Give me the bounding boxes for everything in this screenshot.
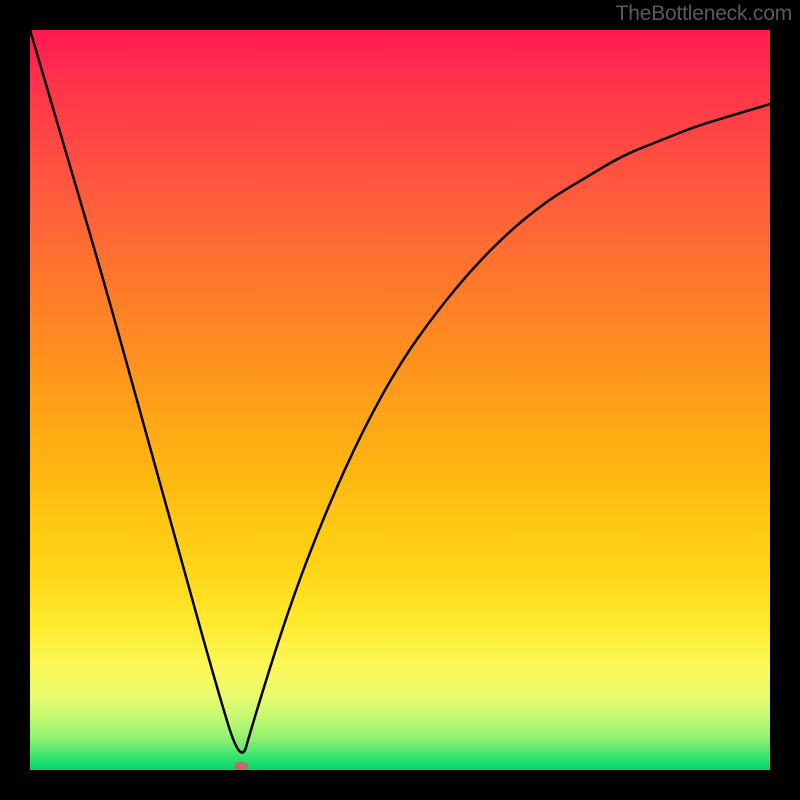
plot-area <box>30 30 770 770</box>
curve-svg <box>30 30 770 770</box>
min-marker-dot <box>234 762 248 770</box>
bottleneck-curve-path <box>30 30 770 753</box>
chart-frame: TheBottleneck.com <box>0 0 800 800</box>
watermark-text: TheBottleneck.com <box>616 2 792 26</box>
